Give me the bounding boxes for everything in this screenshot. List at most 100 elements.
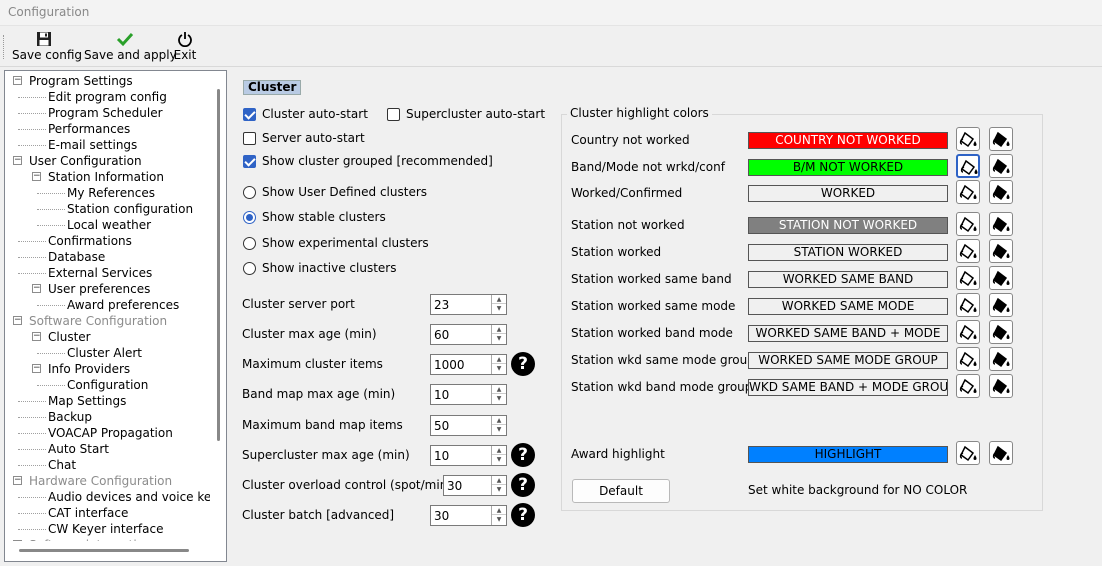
background-color-button[interactable]	[956, 347, 980, 371]
stepper-up-icon[interactable]: ▲	[492, 506, 506, 515]
tree-collapse-toggle[interactable]: −	[13, 476, 22, 485]
tree-item[interactable]: Program Scheduler	[48, 105, 163, 121]
background-color-button[interactable]	[956, 441, 980, 465]
tree-item[interactable]: User Configuration	[29, 153, 142, 169]
toolbar-grip[interactable]	[3, 35, 5, 59]
radio-dot[interactable]	[243, 211, 256, 224]
foreground-color-button[interactable]	[989, 374, 1013, 398]
tree-item[interactable]: Award preferences	[67, 297, 179, 313]
stepper-up-icon[interactable]: ▲	[492, 325, 506, 334]
numeric-stepper[interactable]: 60 ▲ ▼	[430, 324, 507, 345]
stepper-value[interactable]: 23	[434, 298, 449, 312]
foreground-color-button[interactable]	[989, 320, 1013, 344]
tree-collapse-toggle[interactable]: −	[32, 284, 41, 293]
tree-item[interactable]: Local weather	[67, 217, 151, 233]
foreground-color-button[interactable]	[989, 441, 1013, 465]
stepper-up-icon[interactable]: ▲	[492, 416, 506, 425]
radio-dot[interactable]	[243, 186, 256, 199]
background-color-button[interactable]	[956, 239, 980, 263]
tree-item[interactable]: My References	[67, 185, 155, 201]
save-and-apply-button[interactable]: Save and apply	[84, 29, 177, 65]
tree-collapse-toggle[interactable]: −	[13, 316, 22, 325]
stepper-value[interactable]: 60	[434, 328, 449, 342]
tree-item[interactable]: Edit program config	[48, 89, 167, 105]
checkbox-box[interactable]	[243, 132, 256, 145]
background-color-button[interactable]	[956, 212, 980, 236]
background-color-button[interactable]	[956, 154, 980, 178]
checkbox-box[interactable]	[243, 155, 256, 168]
radio-dot[interactable]	[243, 262, 256, 275]
stepper-down-icon[interactable]: ▼	[492, 304, 506, 313]
numeric-stepper[interactable]: 1000 ▲ ▼	[430, 354, 507, 375]
stepper-up-icon[interactable]: ▲	[492, 355, 506, 364]
stepper-value[interactable]: 30	[447, 479, 462, 493]
tree-item[interactable]: VOACAP Propagation	[48, 425, 173, 441]
default-button[interactable]: Default	[572, 479, 670, 503]
foreground-color-button[interactable]	[989, 347, 1013, 371]
tree-item[interactable]: E-mail settings	[48, 137, 137, 153]
stepper-value[interactable]: 30	[434, 509, 449, 523]
numeric-stepper[interactable]: 10 ▲ ▼	[430, 384, 507, 405]
checkbox-box[interactable]	[243, 108, 256, 121]
tree-collapse-toggle[interactable]: −	[32, 332, 41, 341]
stepper-value[interactable]: 10	[434, 449, 449, 463]
tree-item[interactable]: Confirmations	[48, 233, 132, 249]
tree-item[interactable]: Database	[48, 249, 105, 265]
tree-item[interactable]: Software Configuration	[29, 313, 167, 329]
stepper-up-icon[interactable]: ▲	[492, 385, 506, 394]
tree-item[interactable]: Cluster Alert	[67, 345, 142, 361]
exit-button[interactable]: Exit	[172, 29, 198, 65]
tree-item[interactable]: Info Providers	[48, 361, 130, 377]
tree-item[interactable]: Station configuration	[67, 201, 193, 217]
stepper-down-icon[interactable]: ▼	[492, 455, 506, 464]
tree-item[interactable]: Configuration	[67, 377, 148, 393]
foreground-color-button[interactable]	[989, 239, 1013, 263]
tree-item[interactable]: Cluster	[48, 329, 91, 345]
foreground-color-button[interactable]	[989, 154, 1013, 178]
foreground-color-button[interactable]	[989, 180, 1013, 204]
stepper-down-icon[interactable]: ▼	[492, 364, 506, 373]
tree-item[interactable]: Chat	[48, 457, 76, 473]
stepper-up-icon[interactable]: ▲	[492, 476, 506, 485]
numeric-stepper[interactable]: 30 ▲ ▼	[430, 505, 507, 526]
tree-vertical-scrollbar[interactable]	[217, 89, 220, 441]
settings-tree[interactable]: Program Settings − Edit program config Prog…	[4, 70, 227, 562]
foreground-color-button[interactable]	[989, 212, 1013, 236]
tree-item[interactable]: Backup	[48, 409, 92, 425]
foreground-color-button[interactable]	[989, 293, 1013, 317]
numeric-stepper[interactable]: 50 ▲ ▼	[430, 415, 507, 436]
numeric-stepper[interactable]: 23 ▲ ▼	[430, 294, 507, 315]
numeric-stepper[interactable]: 30 ▲ ▼	[443, 475, 507, 496]
background-color-button[interactable]	[956, 266, 980, 290]
question-circle-icon[interactable]: ?	[511, 352, 535, 376]
stepper-down-icon[interactable]: ▼	[492, 425, 506, 434]
tree-item[interactable]: Program Settings	[29, 73, 133, 89]
tree-collapse-toggle[interactable]: −	[32, 172, 41, 181]
stepper-up-icon[interactable]: ▲	[492, 295, 506, 304]
background-color-button[interactable]	[956, 127, 980, 151]
stepper-down-icon[interactable]: ▼	[492, 515, 506, 524]
question-circle-icon[interactable]: ?	[511, 443, 535, 467]
stepper-value[interactable]: 1000	[434, 358, 465, 372]
stepper-value[interactable]: 10	[434, 388, 449, 402]
tree-item[interactable]: Performances	[48, 121, 130, 137]
tree-item[interactable]: CAT interface	[48, 505, 128, 521]
background-color-button[interactable]	[956, 374, 980, 398]
stepper-down-icon[interactable]: ▼	[492, 334, 506, 343]
tree-item[interactable]: Audio devices and voice keye	[48, 489, 210, 505]
tree-collapse-toggle[interactable]: −	[32, 364, 41, 373]
stepper-up-icon[interactable]: ▲	[492, 446, 506, 455]
tree-item[interactable]: External Services	[48, 265, 152, 281]
radio-dot[interactable]	[243, 237, 256, 250]
question-circle-icon[interactable]: ?	[511, 473, 535, 497]
stepper-value[interactable]: 50	[434, 419, 449, 433]
save-config-button[interactable]: Save config	[12, 29, 82, 65]
tree-item[interactable]: Map Settings	[48, 393, 126, 409]
tree-horizontal-scrollbar[interactable]	[19, 549, 189, 552]
tree-item[interactable]: Station Information	[48, 169, 164, 185]
stepper-down-icon[interactable]: ▼	[492, 485, 506, 494]
tree-item[interactable]: CW Keyer interface	[48, 521, 163, 537]
tree-item[interactable]: Hardware Configuration	[29, 473, 172, 489]
tree-collapse-toggle[interactable]: −	[13, 540, 22, 541]
tree-item[interactable]: Software integration	[29, 537, 152, 541]
